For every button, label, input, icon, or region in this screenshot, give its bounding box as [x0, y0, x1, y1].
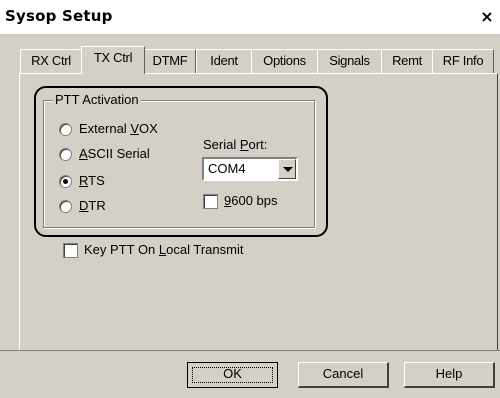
tab-dtmf[interactable]: DTMF: [144, 49, 196, 73]
sysop-setup-dialog: Sysop Setup × RX Ctrl TX Ctrl DTMF Ident…: [0, 0, 500, 398]
tab-rx-ctrl[interactable]: RX Ctrl: [20, 49, 82, 73]
tab-remt[interactable]: Remt: [381, 49, 433, 73]
tab-options[interactable]: Options: [251, 49, 318, 73]
title-bar: Sysop Setup ×: [0, 0, 500, 35]
button-area-divider: [0, 350, 500, 351]
highlight-outline: [34, 86, 328, 237]
cancel-label: Cancel: [322, 366, 364, 381]
focus-rectangle: [192, 367, 273, 383]
key-ptt-local-transmit-checkbox[interactable]: Key PTT On Local Transmit: [63, 242, 303, 260]
close-icon[interactable]: ×: [478, 8, 496, 26]
tab-rf-info[interactable]: RF Info: [432, 49, 494, 73]
help-button[interactable]: Help: [404, 362, 495, 388]
checkbox-label: Key PTT On Local Transmit: [84, 242, 244, 257]
cancel-button[interactable]: Cancel: [298, 362, 389, 388]
checkbox-box: [63, 243, 78, 258]
tab-signals[interactable]: Signals: [317, 49, 382, 73]
tab-ident[interactable]: Ident: [196, 49, 252, 73]
window-title: Sysop Setup: [5, 7, 113, 25]
ok-button[interactable]: OK: [187, 362, 278, 388]
help-label: Help: [435, 366, 463, 381]
tab-tx-ctrl[interactable]: TX Ctrl: [81, 46, 145, 74]
